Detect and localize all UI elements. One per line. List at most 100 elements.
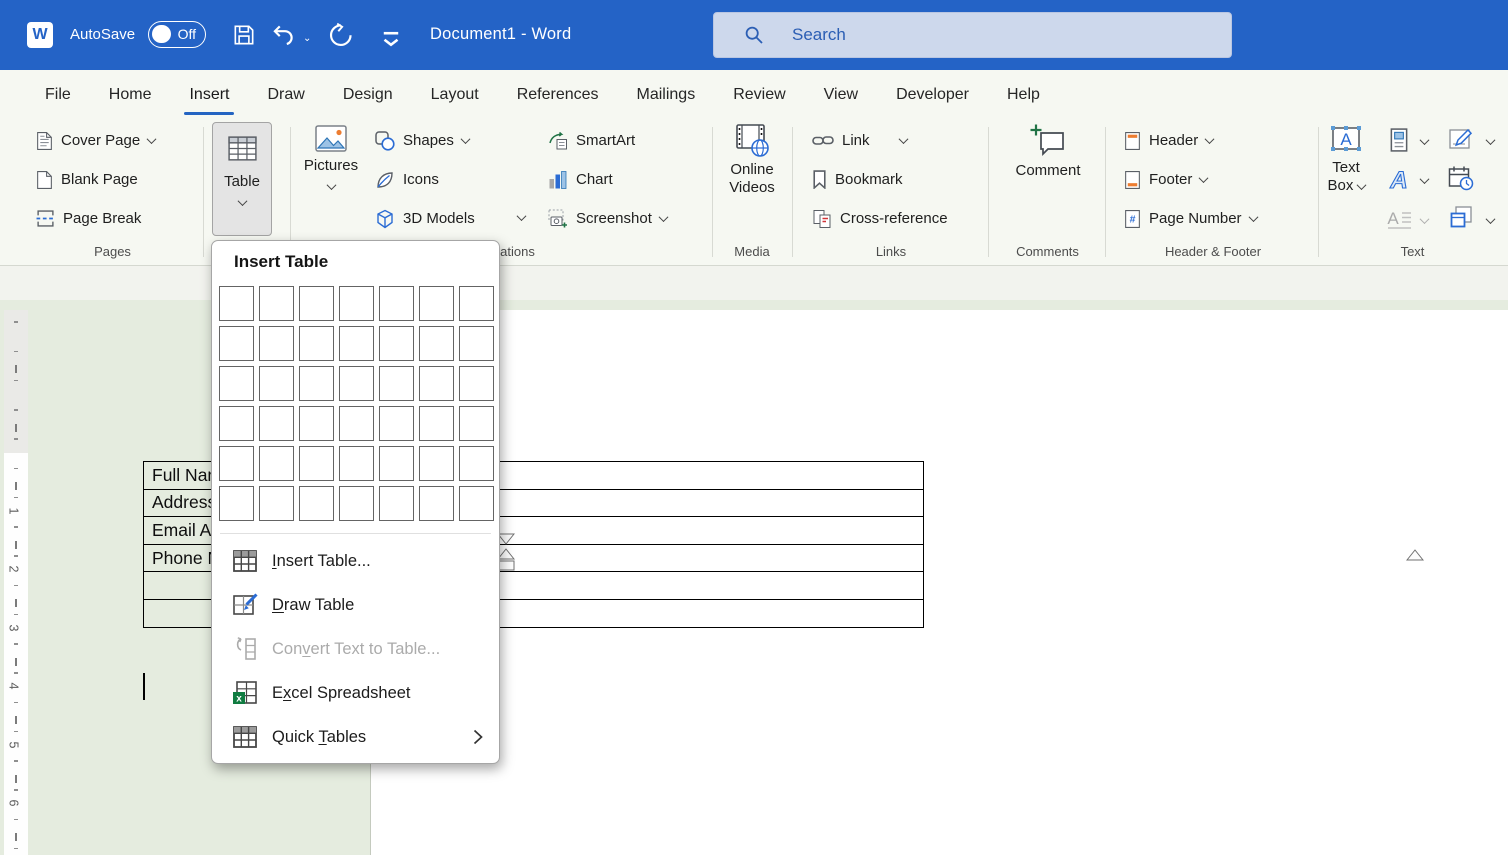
table-size-cell[interactable] [419, 486, 454, 521]
autosave-toggle[interactable]: Off [148, 21, 206, 48]
right-indent-marker[interactable] [1406, 549, 1424, 562]
table-size-cell[interactable] [339, 446, 374, 481]
word-logo-icon[interactable]: W [27, 22, 53, 48]
table-size-cell[interactable] [459, 406, 494, 441]
menu-item-convert-text-to-table[interactable]: Convert Text to Table... [212, 627, 499, 671]
chevron-down-icon[interactable] [1419, 135, 1430, 146]
table-cell[interactable] [471, 516, 924, 545]
table-cell[interactable] [471, 488, 924, 518]
table-size-cell[interactable] [379, 286, 414, 321]
table-size-cell[interactable] [459, 326, 494, 361]
blank-page-button[interactable]: Blank Page [36, 163, 138, 196]
table-size-cell[interactable] [379, 326, 414, 361]
table-size-cell[interactable] [339, 326, 374, 361]
table-size-cell[interactable] [419, 406, 454, 441]
page-number-button[interactable]: # Page Number [1124, 202, 1259, 235]
table-size-cell[interactable] [419, 446, 454, 481]
table-size-cell[interactable] [299, 326, 334, 361]
shapes-button[interactable]: Shapes [375, 124, 471, 157]
online-videos-button[interactable]: Online Videos [718, 122, 786, 197]
table-size-cell[interactable] [299, 366, 334, 401]
table-size-cell[interactable] [299, 286, 334, 321]
table-size-cell[interactable] [339, 406, 374, 441]
wordart-icon[interactable]: A [1386, 167, 1412, 193]
table-size-cell[interactable] [419, 366, 454, 401]
table-size-cell[interactable] [459, 366, 494, 401]
table-size-cell[interactable] [259, 446, 294, 481]
tab-review[interactable]: Review [714, 70, 804, 119]
cover-page-button[interactable]: Cover Page [36, 124, 157, 157]
table-size-cell[interactable] [459, 486, 494, 521]
table-cell[interactable] [471, 571, 924, 600]
undo-icon[interactable] [270, 22, 296, 48]
table-size-cell[interactable] [259, 366, 294, 401]
tab-home[interactable]: Home [90, 70, 171, 119]
table-size-cell[interactable] [219, 366, 254, 401]
chevron-down-icon[interactable] [1419, 174, 1430, 185]
icons-button[interactable]: Icons [375, 163, 439, 196]
table-size-cell[interactable] [219, 446, 254, 481]
cross-reference-button[interactable]: Cross-reference [812, 202, 948, 235]
tab-mailings[interactable]: Mailings [618, 70, 715, 119]
table-size-cell[interactable] [379, 366, 414, 401]
table-size-cell[interactable] [419, 286, 454, 321]
object-icon[interactable] [1449, 205, 1474, 230]
table-size-cell[interactable] [419, 326, 454, 361]
table-size-cell[interactable] [259, 286, 294, 321]
table-size-cell[interactable] [259, 406, 294, 441]
undo-dropdown-chevron-icon[interactable]: ⌄ [303, 33, 311, 44]
chevron-down-icon[interactable] [1485, 135, 1496, 146]
table-size-cell[interactable] [339, 486, 374, 521]
table-size-cell[interactable] [219, 326, 254, 361]
table-size-cell[interactable] [459, 446, 494, 481]
table-cell[interactable] [471, 543, 924, 573]
table-size-cell[interactable] [259, 486, 294, 521]
date-time-icon[interactable] [1448, 165, 1474, 191]
table-size-cell[interactable] [379, 486, 414, 521]
signature-line-icon[interactable] [1448, 127, 1472, 151]
tab-references[interactable]: References [498, 70, 618, 119]
table-size-cell[interactable] [379, 406, 414, 441]
page-break-button[interactable]: Page Break [36, 202, 141, 235]
tab-help[interactable]: Help [988, 70, 1059, 119]
table-size-cell[interactable] [339, 286, 374, 321]
table-size-cell[interactable] [219, 406, 254, 441]
chart-button[interactable]: Chart [548, 163, 613, 196]
header-button[interactable]: Header [1124, 124, 1215, 157]
tab-layout[interactable]: Layout [412, 70, 498, 119]
chevron-down-icon[interactable] [1485, 214, 1496, 225]
table-size-cell[interactable] [299, 446, 334, 481]
drop-cap-icon[interactable]: A [1386, 207, 1414, 231]
chevron-down-icon[interactable] [516, 211, 527, 222]
tab-developer[interactable]: Developer [877, 70, 988, 119]
table-size-cell[interactable] [299, 406, 334, 441]
3d-models-button[interactable]: 3D Models [375, 202, 475, 235]
footer-button[interactable]: Footer [1124, 163, 1209, 196]
smartart-button[interactable]: SmartArt [548, 124, 635, 157]
text-box-button[interactable]: A Text Box [1322, 122, 1370, 195]
tab-draw[interactable]: Draw [248, 70, 323, 119]
screenshot-button[interactable]: Screenshot [548, 202, 669, 235]
vertical-ruler[interactable]: 1 2 3 4 5 6 [4, 310, 28, 855]
comment-button[interactable]: Comment [1008, 122, 1088, 180]
bookmark-button[interactable]: Bookmark [812, 163, 903, 196]
tab-insert[interactable]: Insert [170, 70, 248, 119]
table-size-cell[interactable] [219, 486, 254, 521]
tab-file[interactable]: File [26, 70, 90, 119]
table-size-cell[interactable] [459, 286, 494, 321]
save-icon[interactable] [231, 22, 257, 48]
table-cell[interactable] [471, 598, 924, 628]
table-size-cell[interactable] [339, 366, 374, 401]
table-button[interactable]: Table [212, 122, 272, 236]
table-size-cell[interactable] [299, 486, 334, 521]
search-input[interactable]: Search [713, 12, 1232, 58]
menu-item-draw-table[interactable]: Draw Table [212, 583, 499, 627]
pictures-button[interactable]: Pictures [299, 122, 363, 191]
table-size-cell[interactable] [219, 286, 254, 321]
table-cell[interactable] [471, 461, 924, 490]
tab-design[interactable]: Design [324, 70, 412, 119]
menu-item-excel-spreadsheet[interactable]: x Excel Spreadsheet [212, 671, 499, 715]
tab-view[interactable]: View [805, 70, 877, 119]
redo-icon[interactable] [328, 22, 354, 48]
menu-item-insert-table[interactable]: Insert Table... [212, 539, 499, 583]
